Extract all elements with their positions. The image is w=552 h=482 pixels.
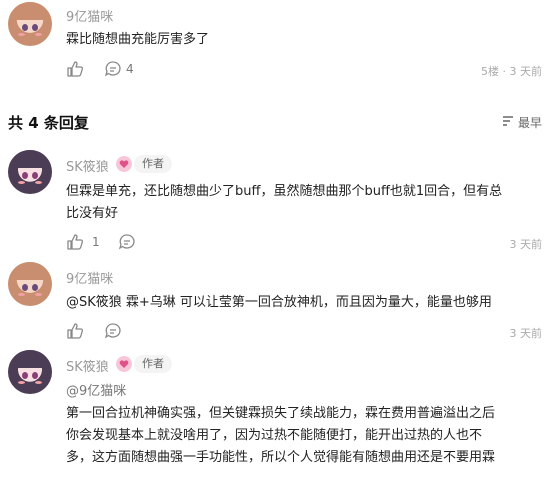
sort-label: 最早 — [517, 116, 542, 130]
replies-count-title: 共 4 条回复 — [8, 114, 89, 132]
author-tag: 作者 — [134, 155, 172, 173]
reply-text-line: 比没有好 — [66, 206, 119, 221]
author-tag: 作者 — [134, 355, 172, 373]
like-icon[interactable] — [66, 322, 84, 340]
reply-text-line: 但霖是单充，还比随想曲少了buff，虽然随想曲那个buff也就1回合，但有总 — [66, 184, 503, 199]
reply-time: 3 天前 — [509, 238, 543, 251]
reply-text: @SK筱狼 霖+乌琳 可以让莹第一回合放神机，而且因为量大，能量也够用 — [66, 295, 492, 310]
heart-badge-icon — [116, 356, 132, 372]
avatar[interactable] — [8, 350, 52, 394]
username[interactable]: 9亿猫咪 — [66, 6, 113, 25]
reply-text-line: 你会发现基本上就没啥用了，因为过热不能随便打，能开出过热的人也不 — [66, 428, 483, 443]
comment-icon[interactable] — [104, 322, 122, 340]
avatar[interactable] — [8, 150, 52, 194]
like-icon[interactable] — [66, 233, 84, 251]
mention-link[interactable]: @9亿猫咪 — [66, 380, 126, 404]
reply-text-line: 第一回合拉机神确实强，但关键霖损失了续战能力，霖在费用普遍溢出之后 — [66, 406, 496, 421]
comment-icon[interactable] — [104, 60, 122, 78]
reply-text-line: 多，这方面随想曲强一手功能性，所以个人觉得能有随想曲用还是不要用霖 — [66, 450, 496, 465]
username[interactable]: 9亿猫咪 — [66, 268, 113, 287]
reply-text: 霖比随想曲充能厉害多了 — [66, 32, 210, 47]
comment-icon[interactable] — [118, 233, 136, 251]
reply-time: 3 天前 — [509, 327, 543, 340]
comment-count: 4 — [126, 62, 134, 76]
username[interactable]: SK筱狼 — [66, 156, 109, 175]
sort-toggle[interactable]: 最早 — [502, 114, 542, 131]
sort-icon — [502, 115, 514, 130]
username[interactable]: SK筱狼 — [66, 356, 109, 375]
avatar[interactable] — [8, 2, 52, 46]
avatar[interactable] — [8, 262, 52, 306]
like-count: 1 — [92, 235, 100, 249]
like-icon[interactable] — [66, 60, 84, 78]
reply-meta: 5楼 · 3 天前 — [481, 65, 542, 78]
heart-badge-icon — [116, 156, 132, 172]
